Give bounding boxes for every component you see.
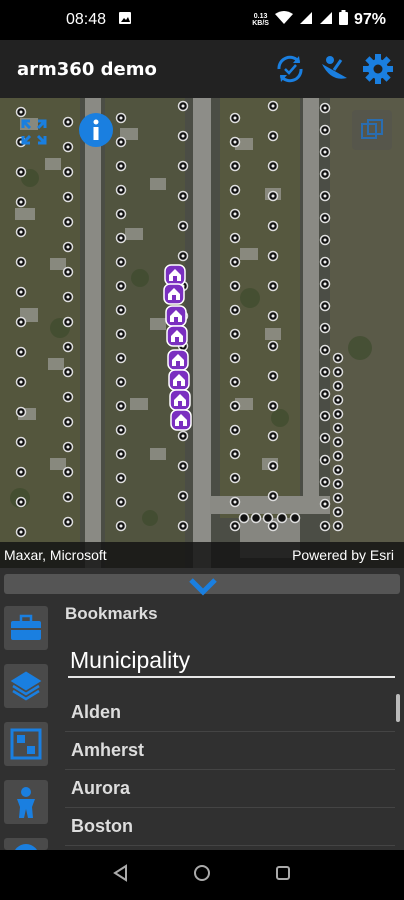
sync-button[interactable] <box>272 51 308 87</box>
recents-square-icon <box>276 865 291 880</box>
bookmarks-title: Bookmarks <box>65 604 158 623</box>
map-point-marker <box>238 512 250 524</box>
satellite-button[interactable] <box>316 51 352 87</box>
list-item[interactable]: Boston <box>65 808 395 846</box>
person-side-button[interactable] <box>4 780 48 824</box>
status-bar: 08:48 0.13 KB/S 97% <box>0 0 404 40</box>
globe-side-button[interactable] <box>4 838 48 850</box>
fullscreen-button[interactable] <box>14 112 54 152</box>
home-circle-icon <box>193 864 210 881</box>
list-scrollbar[interactable] <box>396 694 400 722</box>
layers-side-button[interactable] <box>4 664 48 708</box>
bookmark-list: Alden Amherst Aurora Boston <box>65 694 395 846</box>
back-button[interactable] <box>112 863 130 887</box>
map-view[interactable] <box>0 98 404 568</box>
layer-toggle-icon <box>361 119 383 139</box>
satellite-dish-icon <box>322 56 347 79</box>
globe-icon <box>15 844 37 850</box>
layers-icon <box>10 671 42 701</box>
contact-card-icon <box>10 728 42 760</box>
clock: 08:48 <box>66 11 107 28</box>
battery-percent: 97% <box>353 11 386 28</box>
layer-toggle-button[interactable] <box>352 110 392 150</box>
recents-button[interactable] <box>274 864 292 887</box>
house-marker <box>164 264 186 286</box>
list-item[interactable]: Aurora <box>65 770 395 808</box>
briefcase-icon <box>11 614 41 640</box>
attribution-esri[interactable]: Powered by Esri <box>292 547 394 563</box>
house-marker <box>169 389 191 411</box>
bookmarks-side-button[interactable] <box>4 606 48 650</box>
app-title: arm360 demo <box>17 58 157 80</box>
back-triangle-icon <box>112 863 127 882</box>
list-item[interactable]: Alden <box>65 694 395 732</box>
house-marker <box>166 325 188 347</box>
house-marker <box>170 409 192 431</box>
person-icon <box>17 787 35 818</box>
satellite-imagery <box>0 98 404 568</box>
signal-2-icon <box>319 11 333 30</box>
info-icon <box>79 113 113 147</box>
house-marker <box>165 305 187 327</box>
map-point-marker <box>289 512 301 524</box>
home-button[interactable] <box>193 864 211 887</box>
settings-gear-icon <box>363 54 393 84</box>
house-marker <box>168 369 190 391</box>
gallery-notification-icon <box>118 11 132 30</box>
sync-icon <box>277 55 303 83</box>
chevron-down-icon <box>189 578 217 596</box>
map-point-marker <box>250 512 262 524</box>
house-marker <box>167 349 189 371</box>
info-button[interactable] <box>76 110 116 150</box>
list-item[interactable]: Amherst <box>65 732 395 770</box>
category-dropdown[interactable]: Municipality <box>68 640 395 678</box>
wifi-icon <box>274 10 293 30</box>
contacts-side-button[interactable] <box>4 722 48 766</box>
signal-icon <box>299 11 313 30</box>
app-bar: arm360 demo <box>0 40 404 98</box>
settings-button[interactable] <box>360 51 396 87</box>
map-point-marker <box>276 512 288 524</box>
attribution-source: Maxar, Microsoft <box>4 547 107 563</box>
collapse-panel-button[interactable] <box>188 576 218 603</box>
system-nav-bar <box>0 850 404 900</box>
map-point-marker <box>262 512 274 524</box>
fullscreen-icon <box>21 119 47 145</box>
map-attribution: Maxar, Microsoft Powered by Esri <box>0 542 404 568</box>
battery-icon <box>338 10 348 30</box>
house-marker <box>163 283 185 305</box>
network-speed: 0.13 KB/S <box>252 13 269 27</box>
